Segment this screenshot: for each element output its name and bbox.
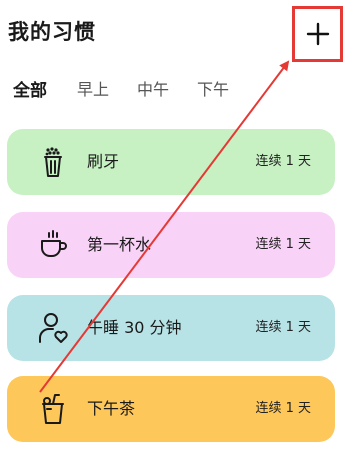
filter-tabs: 全部 早上 中午 下午: [0, 76, 360, 104]
teacup-icon: [41, 230, 67, 257]
habit-name: 第一杯水: [87, 235, 152, 254]
add-habit-button[interactable]: [292, 6, 343, 62]
drink-cup-icon: [42, 394, 64, 424]
habit-card-afternoon-tea[interactable]: 下午茶 连续 1 天: [7, 376, 335, 442]
habit-name: 刷牙: [87, 152, 120, 171]
plus-icon: [306, 22, 329, 46]
person-heart-icon: [39, 313, 68, 343]
habit-name: 下午茶: [87, 399, 136, 418]
tab-noon[interactable]: 中午: [137, 76, 169, 100]
habit-card-nap[interactable]: 午睡 30 分钟 连续 1 天: [7, 295, 335, 361]
tab-all[interactable]: 全部: [13, 76, 47, 101]
tab-afternoon[interactable]: 下午: [197, 76, 229, 100]
habit-card-first-water[interactable]: 第一杯水 连续 1 天: [7, 212, 335, 278]
page-title: 我的习惯: [8, 20, 96, 44]
tab-morning[interactable]: 早上: [77, 76, 109, 100]
habit-streak: 连续 1 天: [255, 320, 311, 335]
habit-streak: 连续 1 天: [255, 154, 311, 169]
toothbrush-cup-icon: [44, 147, 62, 177]
habit-card-brush-teeth[interactable]: 刷牙 连续 1 天: [7, 129, 335, 195]
habit-streak: 连续 1 天: [255, 237, 311, 252]
habit-name: 午睡 30 分钟: [87, 318, 182, 337]
habit-streak: 连续 1 天: [255, 401, 311, 416]
